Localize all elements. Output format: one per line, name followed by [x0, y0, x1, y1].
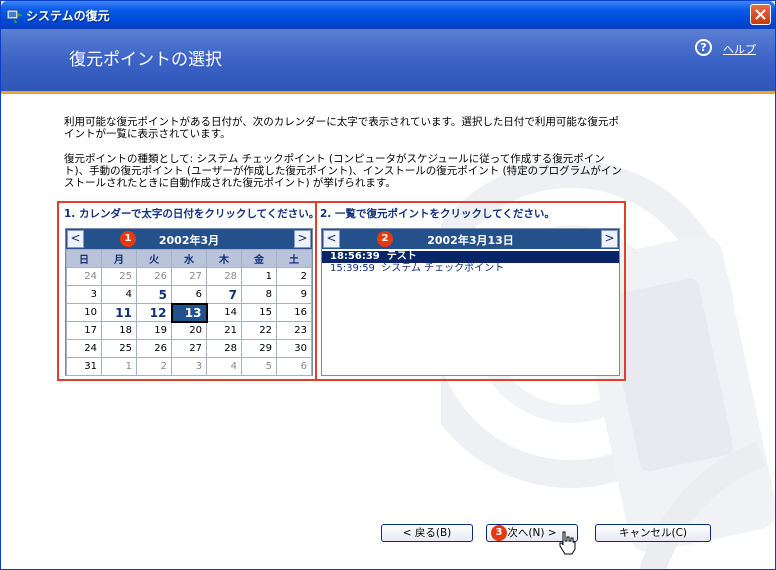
list-next-day-button[interactable]: >: [601, 230, 618, 248]
calendar-day[interactable]: 20: [171, 321, 207, 340]
calendar-day[interactable]: 24: [66, 339, 102, 358]
calendar-day[interactable]: 1: [101, 357, 137, 376]
calendar-day[interactable]: 28: [206, 339, 242, 358]
calendar-day[interactable]: 27: [171, 267, 207, 286]
calendar-day[interactable]: 24: [66, 267, 102, 286]
hand-cursor-icon: [559, 531, 576, 555]
calendar-day-with-restore-point[interactable]: 11: [101, 303, 137, 322]
calendar-day[interactable]: 8: [241, 285, 277, 304]
calendar-day[interactable]: 25: [101, 267, 137, 286]
calendar-day[interactable]: 18: [101, 321, 137, 340]
page-title: 復元ポイントの選択: [69, 50, 222, 70]
calendar-day[interactable]: 2: [276, 267, 312, 286]
calendar-week-3: 10 11 12 13 14 15 16: [66, 302, 312, 323]
calendar-day[interactable]: 29: [241, 339, 277, 358]
calendar-week-1: 24 25 26 27 28 1 2: [66, 267, 312, 286]
close-icon: [755, 9, 766, 20]
calendar-day[interactable]: 10: [66, 303, 102, 322]
restore-point-list[interactable]: < 2 2002年3月13日 > 18:56:39 テスト 15:39:59 シ…: [321, 228, 620, 376]
calendar-week-2: 3 4 5 6 7 8 9: [66, 285, 312, 304]
calendar-day[interactable]: 21: [206, 321, 242, 340]
calendar-day[interactable]: 26: [136, 267, 172, 286]
weekday-mon: 月: [101, 249, 137, 268]
calendar-day[interactable]: 31: [66, 357, 102, 376]
calendar-month-title: 2002年3月: [158, 234, 220, 247]
calendar-day-with-restore-point[interactable]: 7: [206, 285, 242, 304]
weekday-thu: 木: [206, 249, 242, 268]
calendar-day[interactable]: 30: [276, 339, 312, 358]
restore-list-date-title: 2002年3月13日: [427, 234, 514, 247]
window-title: システムの復元: [26, 9, 110, 23]
calendar-day[interactable]: 14: [206, 303, 242, 322]
calendar-day[interactable]: 1: [241, 267, 277, 286]
calendar-day[interactable]: 23: [276, 321, 312, 340]
close-button[interactable]: [750, 4, 771, 25]
help-link[interactable]: ヘルプ: [723, 41, 756, 57]
calendar-grid: 日 月 火 水 木 金 土 24 25 26 27 28 1 2 3 4 5 6…: [66, 249, 312, 376]
calendar-day-with-restore-point[interactable]: 12: [136, 303, 172, 322]
calendar-day[interactable]: 4: [101, 285, 137, 304]
calendar-day[interactable]: 28: [206, 267, 242, 286]
calendar-weekday-row: 日 月 火 水 木 金 土: [66, 249, 312, 268]
calendar-week-6: 31 1 2 3 4 5 6: [66, 357, 312, 376]
highlight-frame-divider: [315, 201, 317, 381]
calendar-header: < 1 2002年3月 >: [66, 229, 312, 249]
description-availability: 利用可能な復元ポイントがある日付が、次のカレンダーに太字で表示されています。選択…: [64, 116, 619, 140]
calendar-day[interactable]: 3: [171, 357, 207, 376]
restore-point-item-selected[interactable]: 18:56:39 テスト: [322, 251, 619, 263]
weekday-fri: 金: [241, 249, 277, 268]
calendar-day[interactable]: 2: [136, 357, 172, 376]
restore-list-header: < 2 2002年3月13日 >: [322, 229, 619, 249]
calendar-day[interactable]: 16: [276, 303, 312, 322]
calendar-day[interactable]: 15: [241, 303, 277, 322]
calendar-day[interactable]: 17: [66, 321, 102, 340]
weekday-sat: 土: [276, 249, 312, 268]
wizard-header: 復元ポイントの選択 ? ヘルプ: [1, 29, 775, 91]
wizard-content: 利用可能な復元ポイントがある日付が、次のカレンダーに太字で表示されています。選択…: [1, 94, 775, 569]
system-restore-icon: [6, 9, 22, 23]
calendar-day-with-restore-point[interactable]: 5: [136, 285, 172, 304]
step3-badge: 3: [491, 525, 507, 541]
calendar-week-5: 24 25 26 27 28 29 30: [66, 339, 312, 358]
calendar-day-selected[interactable]: 13: [170, 302, 208, 323]
calendar-day[interactable]: 25: [101, 339, 137, 358]
title-bar[interactable]: システムの復元: [1, 1, 775, 29]
calendar-day[interactable]: 22: [241, 321, 277, 340]
calendar-day[interactable]: 3: [66, 285, 102, 304]
calendar-day[interactable]: 4: [206, 357, 242, 376]
back-button[interactable]: < 戻る(B): [381, 524, 473, 542]
weekday-sun: 日: [66, 249, 102, 268]
calendar-week-4: 17 18 19 20 21 22 23: [66, 321, 312, 340]
restore-point-item[interactable]: 15:39:59 システム チェックポイント: [322, 263, 619, 275]
calendar-next-month-button[interactable]: >: [294, 230, 311, 248]
description-restore-types: 復元ポイントの種類として: システム チェックポイント (コンピュータがスケジュ…: [64, 153, 622, 189]
help-icon[interactable]: ?: [695, 39, 712, 56]
step2-instruction: 2. 一覧で復元ポイントをクリックしてください。: [320, 208, 555, 220]
calendar-day[interactable]: 6: [276, 357, 312, 376]
calendar-day[interactable]: 26: [136, 339, 172, 358]
cancel-button[interactable]: キャンセル(C): [595, 524, 711, 542]
calendar-day[interactable]: 27: [171, 339, 207, 358]
weekday-wed: 水: [171, 249, 207, 268]
calendar-day[interactable]: 5: [241, 357, 277, 376]
calendar-day[interactable]: 9: [276, 285, 312, 304]
calendar-day[interactable]: 19: [136, 321, 172, 340]
system-restore-window: システムの復元 復元ポイントの選択 ? ヘルプ 利用可能な復元ポイントがある日付…: [0, 0, 776, 570]
restore-calendar[interactable]: < 1 2002年3月 > 日 月 火 水 木 金 土 24 25 26 27 …: [65, 228, 313, 376]
calendar-day[interactable]: 6: [171, 285, 207, 304]
step1-instruction: 1. カレンダーで太字の日付をクリックしてください。: [64, 208, 320, 220]
weekday-tue: 火: [136, 249, 172, 268]
